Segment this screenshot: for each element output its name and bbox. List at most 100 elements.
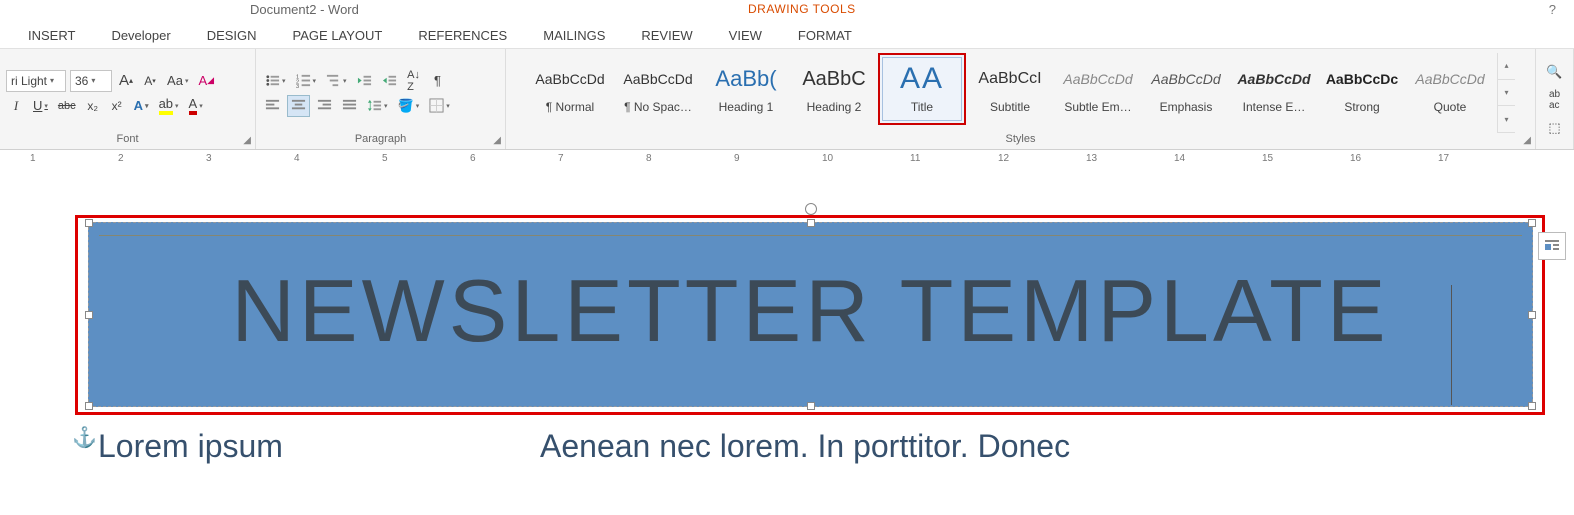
resize-handle-bm[interactable] <box>807 402 815 410</box>
font-color-button[interactable]: A <box>186 95 206 117</box>
tab-format[interactable]: FORMAT <box>780 24 870 47</box>
ruler-mark: 9 <box>734 153 740 164</box>
italic-button[interactable]: I <box>6 95 26 117</box>
font-name-combo[interactable]: ri Light▾ <box>6 70 66 92</box>
style-preview: AaBb( <box>715 64 776 94</box>
help-icon[interactable]: ? <box>1549 2 1556 17</box>
paragraph-dialog-launcher-icon[interactable]: ◢ <box>493 135 501 146</box>
strikethrough-button[interactable]: abc <box>55 95 79 117</box>
highlight-icon: ab <box>159 96 173 115</box>
grow-font-button[interactable]: A▴ <box>116 70 136 92</box>
underline-button[interactable]: U <box>30 95 51 117</box>
style-intense-e[interactable]: AaBbCcDdIntense E… <box>1230 53 1318 125</box>
style-preview: AaBbCcDc <box>1326 64 1398 94</box>
style-label: Strong <box>1344 100 1379 114</box>
anchor-icon[interactable]: ⚓ <box>72 425 97 450</box>
numbering-button[interactable]: 123 <box>293 70 320 92</box>
superscript-button[interactable]: x² <box>107 95 127 117</box>
style-strong[interactable]: AaBbCcDc Strong <box>1318 53 1406 125</box>
title-text[interactable]: NEWSLETTER TEMPLATE <box>89 260 1532 362</box>
line-spacing-button[interactable] <box>364 95 391 117</box>
style-quote[interactable]: AaBbCcDdQuote <box>1406 53 1494 125</box>
layout-options-button[interactable] <box>1538 232 1566 260</box>
style-subtle-em[interactable]: AaBbCcDdSubtle Em… <box>1054 53 1142 125</box>
ruler-mark: 17 <box>1438 153 1449 164</box>
style-heading-1[interactable]: AaBb(Heading 1 <box>702 53 790 125</box>
find-icon: 🔍 <box>1546 64 1562 80</box>
style-subtitle[interactable]: AaBbCcISubtitle <box>966 53 1054 125</box>
style-normal[interactable]: AaBbCcDd¶ Normal <box>526 53 614 125</box>
svg-text:3: 3 <box>296 84 299 88</box>
tab-developer[interactable]: Developer <box>93 24 188 47</box>
align-right-button[interactable] <box>314 95 335 117</box>
rotate-handle[interactable] <box>805 203 817 215</box>
group-label-font: Font ◢ <box>6 133 249 147</box>
change-case-button[interactable]: Aa <box>164 70 191 92</box>
style-no-spac[interactable]: AaBbCcDd¶ No Spac… <box>614 53 702 125</box>
ruler-mark: 5 <box>382 153 388 164</box>
text-effects-button[interactable]: A <box>131 95 152 117</box>
font-dialog-launcher-icon[interactable]: ◢ <box>243 135 251 146</box>
select-icon: ⬚ <box>1548 120 1560 136</box>
tab-references[interactable]: REFERENCES <box>400 24 525 47</box>
body-paragraph-1[interactable]: Aenean nec lorem. In porttitor. Donec <box>540 428 1070 465</box>
style-emphasis[interactable]: AaBbCcDdEmphasis <box>1142 53 1230 125</box>
style-label: Intense E… <box>1243 100 1306 114</box>
title-text-box[interactable]: NEWSLETTER TEMPLATE <box>88 222 1533 407</box>
style-title[interactable]: AATitle <box>878 53 966 125</box>
multilevel-icon <box>326 73 341 88</box>
borders-button[interactable] <box>426 95 453 117</box>
style-preview: AaBbC <box>802 64 865 94</box>
increase-indent-button[interactable] <box>379 70 400 92</box>
select-button[interactable]: ⬚ <box>1545 117 1565 139</box>
tab-insert[interactable]: INSERT <box>10 24 93 47</box>
borders-icon <box>429 98 444 113</box>
style-heading-2[interactable]: AaBbCHeading 2 <box>790 53 878 125</box>
numbering-icon: 123 <box>296 73 311 88</box>
subscript-button[interactable]: x₂ <box>83 95 103 117</box>
replace-button[interactable]: abac <box>1545 89 1565 111</box>
justify-button[interactable] <box>339 95 360 117</box>
font-size-combo[interactable]: 36▾ <box>70 70 112 92</box>
document-title: Document2 - Word <box>250 2 359 17</box>
font-size-value: 36 <box>75 74 88 88</box>
align-left-button[interactable] <box>262 95 283 117</box>
body-heading-1[interactable]: Lorem ipsum <box>98 428 283 465</box>
tab-review[interactable]: REVIEW <box>623 24 710 47</box>
align-center-button[interactable] <box>287 95 310 117</box>
ruler-mark: 10 <box>822 153 833 164</box>
find-button[interactable]: 🔍 <box>1543 61 1565 83</box>
horizontal-ruler[interactable]: 1234567891011121314151617 <box>0 150 1574 170</box>
sort-button[interactable]: A↓Z <box>404 70 424 92</box>
resize-handle-tm[interactable] <box>807 219 815 227</box>
style-label: Subtitle <box>990 100 1030 114</box>
tab-page-layout[interactable]: PAGE LAYOUT <box>275 24 401 47</box>
align-center-icon <box>291 98 306 113</box>
decrease-indent-button[interactable] <box>354 70 375 92</box>
tab-mailings[interactable]: MAILINGS <box>525 24 623 47</box>
resize-handle-br[interactable] <box>1528 402 1536 410</box>
clear-formatting-button[interactable]: A◢ <box>195 70 217 92</box>
styles-expand[interactable]: ▾ <box>1498 106 1515 133</box>
highlight-button[interactable]: ab <box>156 95 182 117</box>
tab-design[interactable]: DESIGN <box>189 24 275 47</box>
group-font: ri Light▾ 36▾ A▴ A▾ Aa A◢ I U abc x₂ x² … <box>0 49 256 149</box>
document-canvas[interactable]: NEWSLETTER TEMPLATE ⚓ Lorem ipsum Aenean… <box>0 170 1574 515</box>
styles-scroll-up[interactable]: ▴ <box>1498 53 1515 80</box>
styles-dialog-launcher-icon[interactable]: ◢ <box>1523 135 1531 146</box>
bullets-icon <box>265 73 280 88</box>
styles-scroll-down[interactable]: ▾ <box>1498 80 1515 107</box>
group-paragraph: 123 A↓Z ¶ <box>256 49 506 149</box>
multilevel-list-button[interactable] <box>323 70 350 92</box>
shading-button[interactable]: 🪣 <box>395 95 423 117</box>
resize-handle-bl[interactable] <box>85 402 93 410</box>
style-label: Subtle Em… <box>1064 100 1131 114</box>
bullets-button[interactable] <box>262 70 289 92</box>
shrink-font-button[interactable]: A▾ <box>140 70 160 92</box>
tab-view[interactable]: VIEW <box>711 24 780 47</box>
show-marks-button[interactable]: ¶ <box>428 70 448 92</box>
resize-handle-tl[interactable] <box>85 219 93 227</box>
resize-handle-tr[interactable] <box>1528 219 1536 227</box>
font-color-icon: A <box>189 96 198 115</box>
style-preview: AaBbCcDd <box>623 64 692 94</box>
